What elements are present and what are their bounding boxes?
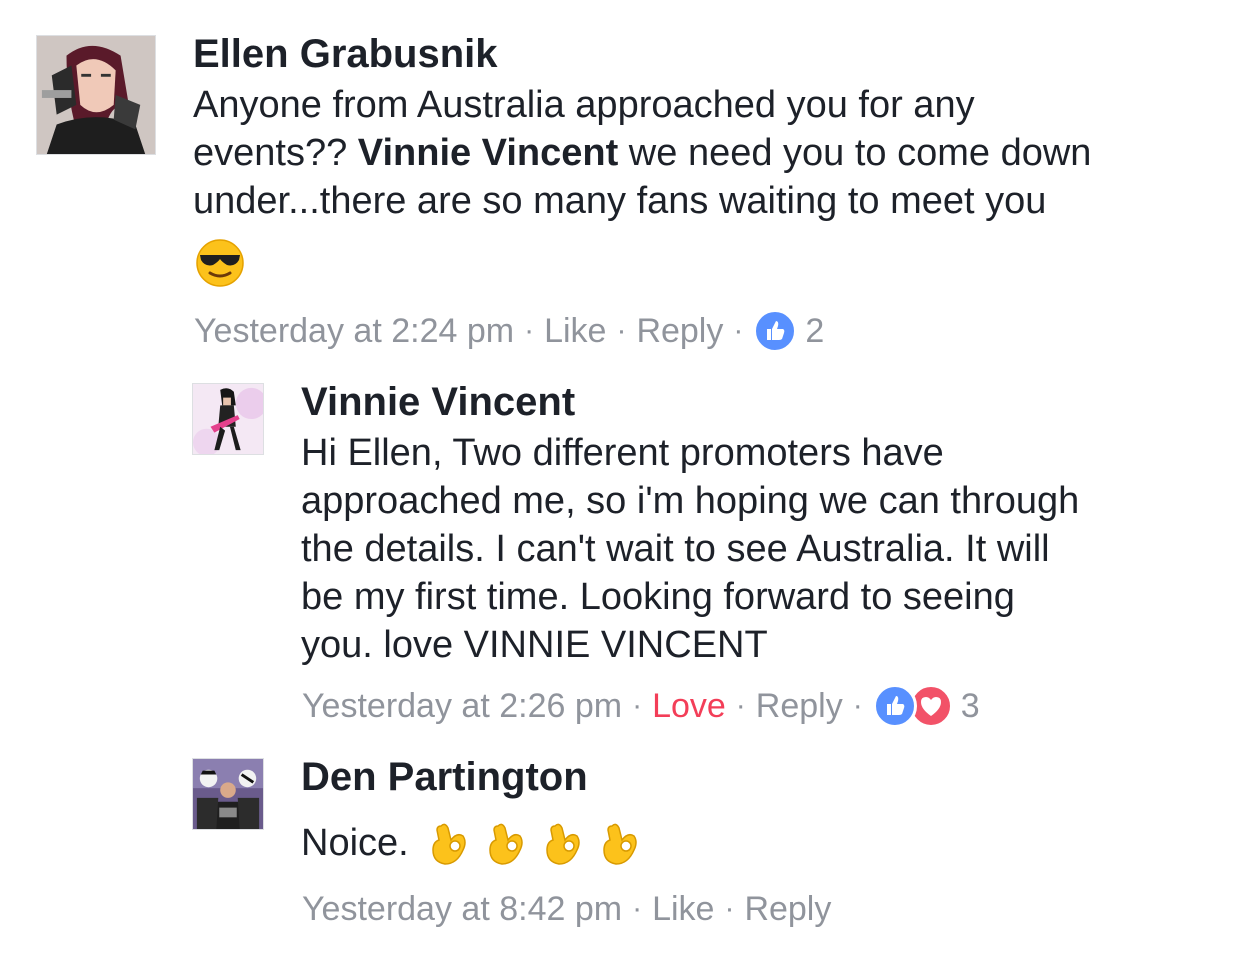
like-icon[interactable] [872, 684, 917, 728]
reaction-count[interactable]: 3 [961, 686, 980, 726]
reply-button[interactable]: Reply [744, 889, 831, 929]
comment-author[interactable]: Den Partington [301, 753, 588, 801]
comment-text-line: events?? Vinnie Vincent we need you to c… [193, 129, 1091, 177]
separator: · [735, 689, 746, 722]
avatar[interactable] [36, 35, 156, 155]
separator: · [724, 892, 735, 925]
separator: · [616, 314, 627, 347]
comment-author[interactable]: Vinnie Vincent [301, 378, 575, 426]
comment-meta: Yesterday at 2:24 pm · Like · Reply · 2 [194, 309, 824, 353]
reply-button[interactable]: Reply [756, 686, 843, 726]
sunglasses-emoji-icon [195, 238, 245, 288]
comment-author[interactable]: Ellen Grabusnik [193, 30, 498, 78]
comment-text-line: you. love VINNIE VINCENT [301, 624, 768, 666]
timestamp[interactable]: Yesterday at 8:42 pm [302, 889, 622, 929]
separator: · [733, 314, 744, 347]
separator: · [632, 689, 643, 722]
comment-text: Anyone from Australia approached you for… [193, 81, 1091, 225]
reply-button[interactable]: Reply [636, 311, 723, 351]
comment-text-line: approached me, so i'm hoping we can thro… [301, 480, 1080, 522]
separator: · [524, 314, 535, 347]
like-button[interactable]: Like [544, 311, 606, 351]
comment-text-line: the details. I can't wait to see Austral… [301, 528, 1050, 570]
comment-thread: Ellen Grabusnik Anyone from Australia ap… [0, 0, 1242, 957]
avatar[interactable] [192, 758, 264, 830]
comment-text-fragment: we need you to come down [618, 132, 1092, 174]
comment-text-line: under...there are so many fans waiting t… [193, 180, 1047, 222]
comment-text-line: Noice. [301, 822, 409, 864]
comment-text: Noice. [301, 819, 409, 867]
comment-text-fragment: events?? [193, 132, 358, 174]
timestamp[interactable]: Yesterday at 2:24 pm [194, 311, 514, 351]
ok-hand-emoji-group [427, 818, 647, 870]
comment-text-line: Anyone from Australia approached you for… [193, 84, 975, 126]
separator: · [852, 689, 863, 722]
avatar[interactable] [192, 383, 264, 455]
comment-text-line: Hi Ellen, Two different promoters have [301, 432, 944, 474]
timestamp[interactable]: Yesterday at 2:26 pm [302, 686, 622, 726]
love-button[interactable]: Love [652, 686, 726, 726]
reaction-count[interactable]: 2 [805, 311, 824, 351]
comment-meta: Yesterday at 8:42 pm · Like · Reply [302, 889, 831, 929]
comment-text-line: be my first time. Looking forward to see… [301, 576, 1015, 618]
comment-text: Hi Ellen, Two different promoters have a… [301, 429, 1079, 669]
like-button[interactable]: Like [652, 889, 714, 929]
mention-link[interactable]: Vinnie Vincent [358, 132, 618, 174]
like-icon[interactable] [753, 309, 798, 353]
separator: · [632, 892, 643, 925]
comment-meta: Yesterday at 2:26 pm · Love · Reply · 3 [302, 684, 980, 728]
